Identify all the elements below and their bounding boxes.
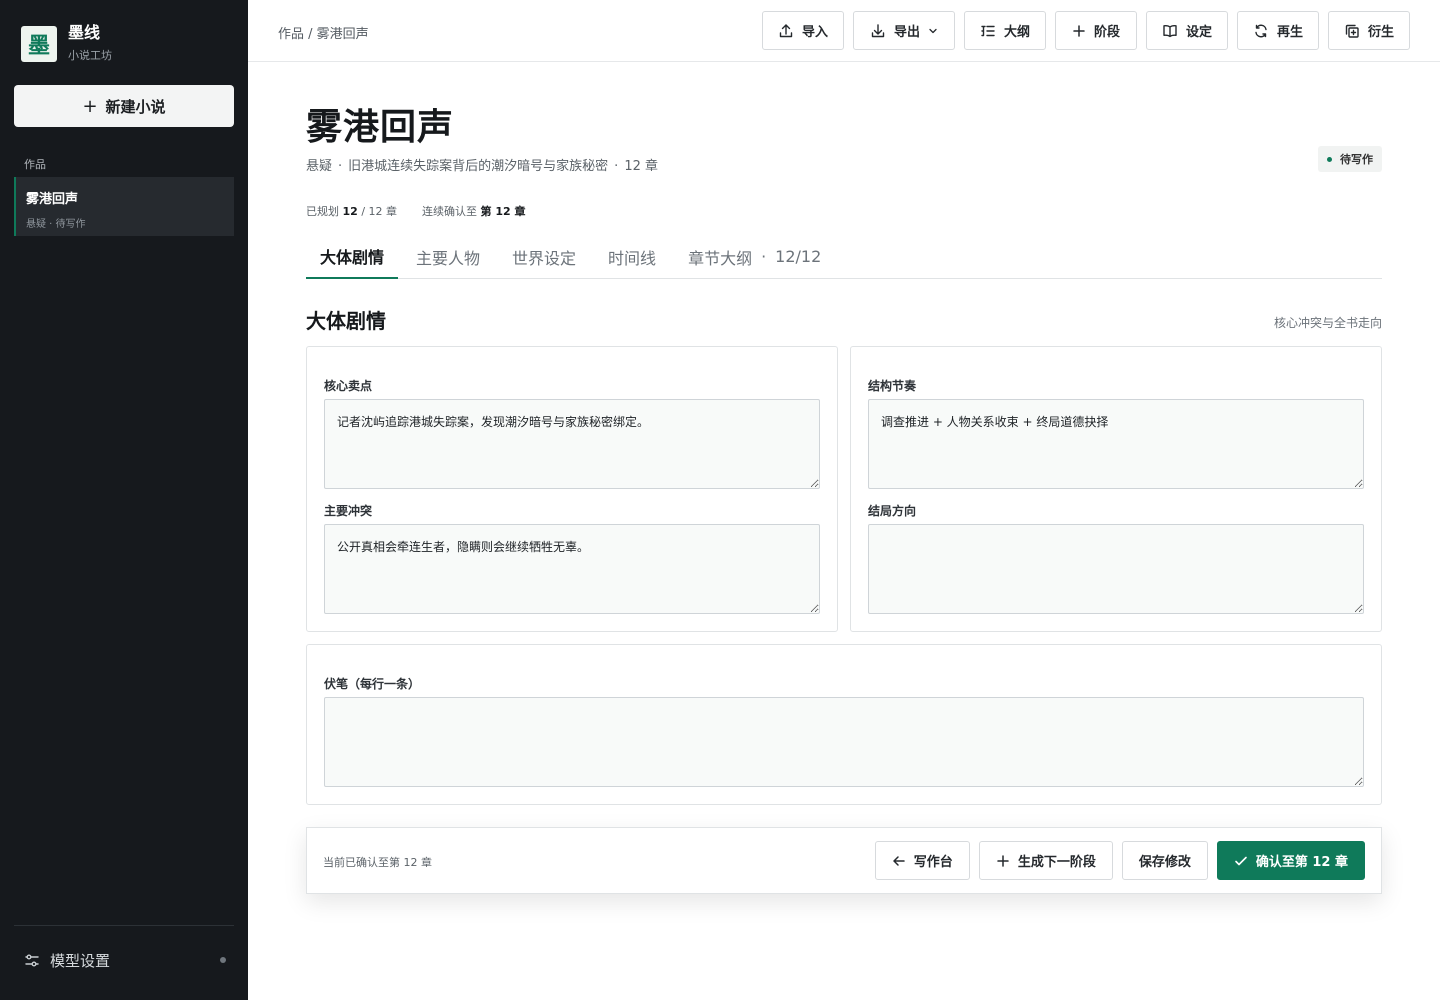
confirm-label: 确认至第 12 章: [1255, 855, 1348, 870]
save-button[interactable]: 保存修改: [1121, 841, 1208, 880]
foreshadowing-label: 伏笔（每行一条）: [324, 677, 421, 691]
sidebar: 墨 墨线 小说工坊 + 新建小说 作品 雾港回声 悬疑 · 待写作 模型设置: [0, 0, 248, 1000]
derive-label: 衍生: [1367, 25, 1394, 40]
plus-icon: [997, 854, 1009, 867]
action-bar: 当前已确认至第 12 章 写作台 生成下一阶段 保存修改 确认至第 12 章: [306, 827, 1382, 894]
section-title: 大体剧情: [306, 309, 386, 333]
upload-icon: [779, 23, 793, 37]
new-novel-label: 新建小说: [105, 97, 166, 116]
chevron-down-icon: [929, 28, 937, 33]
planned-label: 已规划: [306, 205, 339, 218]
core-selling-point-label: 核心卖点: [324, 379, 373, 393]
tab-bar: 大体剧情 主要人物 世界设定 时间线 章节大纲 · 12/12: [306, 234, 1382, 279]
workspace-button[interactable]: 写作台: [874, 841, 970, 880]
works-section-label: 作品: [24, 158, 46, 171]
derive-button[interactable]: 衍生: [1328, 11, 1410, 50]
confirmed-value: 第 12 章: [480, 205, 526, 218]
tab-timeline[interactable]: 时间线: [594, 234, 670, 279]
model-status-dot: [220, 957, 226, 963]
tab-timeline-label: 时间线: [608, 248, 657, 268]
ending-direction-label: 结局方向: [868, 504, 917, 518]
novel-logline: 旧港城连续失踪案背后的潮汐暗号与家族秘密: [348, 159, 609, 174]
app-subtitle: 小说工坊: [68, 49, 112, 62]
structure-rhythm-field[interactable]: 调查推进 + 人物关系收束 + 终局道德抉择: [868, 399, 1364, 489]
new-novel-button[interactable]: + 新建小说: [14, 85, 234, 127]
core-selling-point-field[interactable]: 记者沈屿追踪港城失踪案，发现潮汐暗号与家族秘密绑定。: [324, 399, 820, 489]
plus-icon: +: [82, 95, 98, 117]
work-title: 雾港回声: [26, 192, 79, 207]
refresh-icon: [1255, 24, 1267, 37]
export-label: 导出: [893, 25, 920, 40]
novel-subtitle: 悬疑 · 旧港城连续失踪案背后的潮汐暗号与家族秘密 · 12 章: [306, 159, 658, 174]
confirmed-label: 连续确认至: [422, 205, 478, 218]
section-hint: 核心冲突与全书走向: [1273, 316, 1382, 330]
model-settings-label: 模型设置: [50, 952, 111, 970]
model-settings-button[interactable]: 模型设置: [24, 950, 226, 971]
structure-rhythm-label: 结构节奏: [868, 379, 917, 393]
download-icon: [871, 23, 885, 37]
novel-genre: 悬疑: [306, 159, 333, 174]
tab-chapter-outline-label: 章节大纲: [688, 248, 753, 268]
plot-card-right: 结构节奏 调查推进 + 人物关系收束 + 终局道德抉择 结局方向: [850, 346, 1382, 632]
planned-value: 12: [342, 205, 358, 218]
work-meta: 悬疑 · 待写作: [26, 219, 86, 230]
brand: 墨 墨线 小说工坊: [21, 24, 112, 63]
generate-next-stage-button[interactable]: 生成下一阶段: [978, 841, 1113, 880]
status-dot: [1327, 156, 1332, 162]
toolbar: 导入 导出 大纲 阶段 设定 再生 衍生: [762, 11, 1410, 50]
generate-next-stage-label: 生成下一阶段: [1017, 855, 1096, 870]
page-title: 雾港回声: [306, 106, 455, 148]
tab-world[interactable]: 世界设定: [498, 234, 590, 279]
import-label: 导入: [801, 25, 828, 40]
sidebar-divider: [14, 925, 234, 926]
tab-chapter-outline[interactable]: 章节大纲 · 12/12: [674, 234, 835, 279]
status-badge: 待写作: [1318, 146, 1382, 172]
confirm-status: 当前已确认至第 12 章: [323, 856, 432, 869]
foreshadowing-field[interactable]: [324, 697, 1364, 787]
export-button[interactable]: 导出: [853, 11, 955, 50]
tab-plot-label: 大体剧情: [320, 247, 385, 267]
save-label: 保存修改: [1138, 855, 1191, 870]
status-label: 待写作: [1340, 153, 1373, 166]
workspace-label: 写作台: [913, 855, 953, 870]
ending-direction-field[interactable]: [868, 524, 1364, 614]
top-bar: 作品 / 雾港回声 导入 导出 大纲 阶段 设定 再生 衍生: [248, 0, 1440, 62]
list-tree-icon: [981, 25, 995, 36]
plus-icon: [1073, 24, 1085, 37]
outline-button[interactable]: 大纲: [964, 11, 1046, 50]
sidebar-item-work[interactable]: 雾港回声 悬疑 · 待写作: [14, 177, 234, 236]
sliders-icon: [25, 954, 39, 966]
tab-world-label: 世界设定: [512, 248, 577, 268]
app-name: 墨线: [68, 23, 101, 42]
tab-characters-label: 主要人物: [416, 248, 481, 268]
plot-card-left: 核心卖点 记者沈屿追踪港城失踪案，发现潮汐暗号与家族秘密绑定。 主要冲突 公开真…: [306, 346, 838, 632]
tab-plot[interactable]: 大体剧情: [306, 234, 399, 279]
main-conflict-label: 主要冲突: [324, 504, 373, 518]
foreshadowing-card: 伏笔（每行一条）: [306, 644, 1382, 805]
progress-summary: 已规划 12 / 12 章 连续确认至 第 12 章: [306, 203, 525, 219]
stage-label: 阶段: [1093, 25, 1120, 40]
tab-characters[interactable]: 主要人物: [402, 234, 494, 279]
check-icon: [1235, 856, 1247, 865]
regenerate-button[interactable]: 再生: [1237, 11, 1319, 50]
novel-chapter-count: 12 章: [624, 159, 658, 174]
copy-plus-icon: [1345, 24, 1359, 38]
stage-button[interactable]: 阶段: [1055, 11, 1137, 50]
outline-label: 大纲: [1003, 25, 1030, 40]
confirm-button[interactable]: 确认至第 12 章: [1216, 841, 1365, 880]
arrow-left-icon: [893, 855, 905, 866]
breadcrumb: 作品 / 雾港回声: [278, 27, 369, 42]
import-button[interactable]: 导入: [762, 11, 844, 50]
settings-button[interactable]: 设定: [1146, 11, 1228, 50]
app-logo: 墨: [21, 25, 57, 62]
main-conflict-field[interactable]: 公开真相会牵连生者，隐瞒则会继续牺牲无辜。: [324, 524, 820, 614]
tab-chapter-count: 12/12: [775, 247, 822, 266]
settings-label: 设定: [1185, 25, 1212, 40]
book-open-icon: [1163, 24, 1177, 37]
regenerate-label: 再生: [1276, 25, 1303, 40]
planned-total: / 12 章: [361, 205, 398, 218]
